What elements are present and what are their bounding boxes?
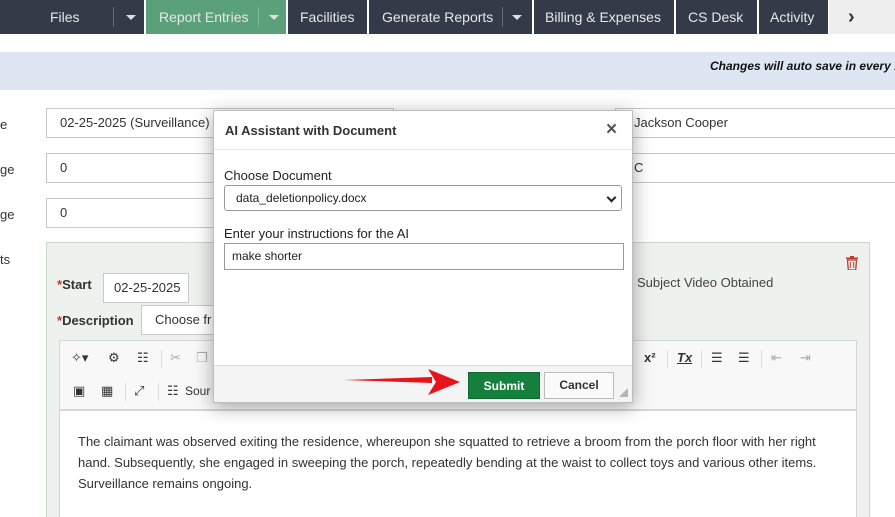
divider <box>258 7 259 27</box>
toolbar-divider <box>161 350 162 368</box>
nav-activity[interactable]: Activity <box>759 0 829 34</box>
outdent-icon[interactable]: ⇤ <box>771 349 782 367</box>
start-date-input[interactable]: 02-25-2025 <box>103 273 189 303</box>
superscript-icon[interactable]: x² <box>644 349 656 367</box>
table-icon[interactable]: ▦ <box>101 382 113 400</box>
nav-more-button[interactable]: › <box>829 0 895 34</box>
magic-wand-icon[interactable]: ✧▾ <box>71 349 88 367</box>
nav-label: Generate Reports <box>382 9 494 25</box>
caret-down-icon[interactable] <box>512 15 522 20</box>
field-two-right[interactable]: C <box>615 153 895 183</box>
clear-format-icon[interactable]: Tx <box>677 349 692 367</box>
nav-label: Billing & Expenses <box>545 9 661 25</box>
top-nav: Files Report Entries Facilities Generate… <box>0 0 895 34</box>
red-arrow-icon <box>344 369 460 395</box>
field-label: e <box>0 117 8 132</box>
chevron-right-icon: › <box>848 6 855 28</box>
divider <box>113 7 114 27</box>
toolbar-divider <box>701 350 702 368</box>
toolbar-divider <box>125 383 126 401</box>
editor-body-text[interactable]: The claimant was observed exiting the re… <box>78 431 848 494</box>
divider <box>502 7 503 27</box>
bullet-list-icon[interactable]: ☰ <box>738 349 750 367</box>
nav-label: Facilities <box>300 9 355 25</box>
investigator-field[interactable]: Jackson Cooper <box>615 108 895 138</box>
autosave-message: Changes will auto save in every 1 <box>710 59 895 73</box>
source-label[interactable]: Sour <box>185 382 210 400</box>
field-label: ge <box>0 207 15 222</box>
toolbar-divider <box>158 383 159 401</box>
description-label: *Description <box>57 313 134 328</box>
numbered-list-icon[interactable]: ☰ <box>711 349 723 367</box>
subject-video-label: Subject Video Obtained <box>637 275 774 290</box>
copy-icon[interactable]: ❐ <box>196 349 208 367</box>
instructions-label: Enter your instructions for the AI <box>224 226 409 241</box>
indent-icon[interactable]: ⇥ <box>800 349 811 367</box>
document-select[interactable]: data_deletionpolicy.docx <box>224 185 622 211</box>
dialog-title: AI Assistant with Document <box>225 123 397 138</box>
caret-down-icon[interactable] <box>126 15 136 20</box>
nav-label: CS Desk <box>688 9 744 25</box>
maximize-icon[interactable]: ⤢ <box>134 382 144 400</box>
resize-grip-icon[interactable] <box>619 388 628 397</box>
toolbar-divider <box>667 350 668 368</box>
submit-button[interactable]: Submit <box>468 372 540 399</box>
dialog-header: AI Assistant with Document × <box>214 111 632 150</box>
description-editor[interactable]: The claimant was observed exiting the re… <box>59 410 857 517</box>
nav-facilities[interactable]: Facilities <box>288 0 368 34</box>
nav-label: Report Entries <box>159 9 249 25</box>
nav-cs-desk[interactable]: CS Desk <box>676 0 758 34</box>
autosave-banner: Changes will auto save in every 1 <box>0 52 895 90</box>
toolbar-divider <box>761 350 762 368</box>
document-select-value: data_deletionpolicy.docx <box>236 191 367 205</box>
chevron-down-icon <box>606 192 617 203</box>
nav-generate-reports[interactable]: Generate Reports <box>369 0 533 34</box>
source-icon[interactable]: ☷ <box>167 382 179 400</box>
ai-document-icon[interactable]: ☷ <box>137 349 149 367</box>
trash-icon[interactable] <box>846 256 858 270</box>
nav-files[interactable]: Files <box>0 0 145 34</box>
ai-bot-icon[interactable]: ⚙ <box>108 349 120 367</box>
nav-label: Files <box>50 9 80 25</box>
image-icon[interactable]: ▣ <box>73 382 85 400</box>
field-label: ts <box>0 252 11 267</box>
document-label: Choose Document <box>224 168 332 183</box>
nav-report-entries[interactable]: Report Entries <box>146 0 287 34</box>
close-icon[interactable]: × <box>606 120 617 140</box>
cut-icon[interactable]: ✂ <box>170 349 181 367</box>
nav-label: Activity <box>770 9 815 25</box>
cancel-button[interactable]: Cancel <box>544 372 614 399</box>
start-label: *Start <box>57 277 92 292</box>
nav-billing-expenses[interactable]: Billing & Expenses <box>534 0 675 34</box>
instructions-input[interactable]: make shorter <box>224 243 624 270</box>
choose-template-button[interactable]: Choose fr <box>141 305 221 335</box>
caret-down-icon[interactable] <box>269 15 279 20</box>
ai-assistant-dialog: AI Assistant with Document × Choose Docu… <box>213 110 633 403</box>
field-label: ge <box>0 162 15 177</box>
